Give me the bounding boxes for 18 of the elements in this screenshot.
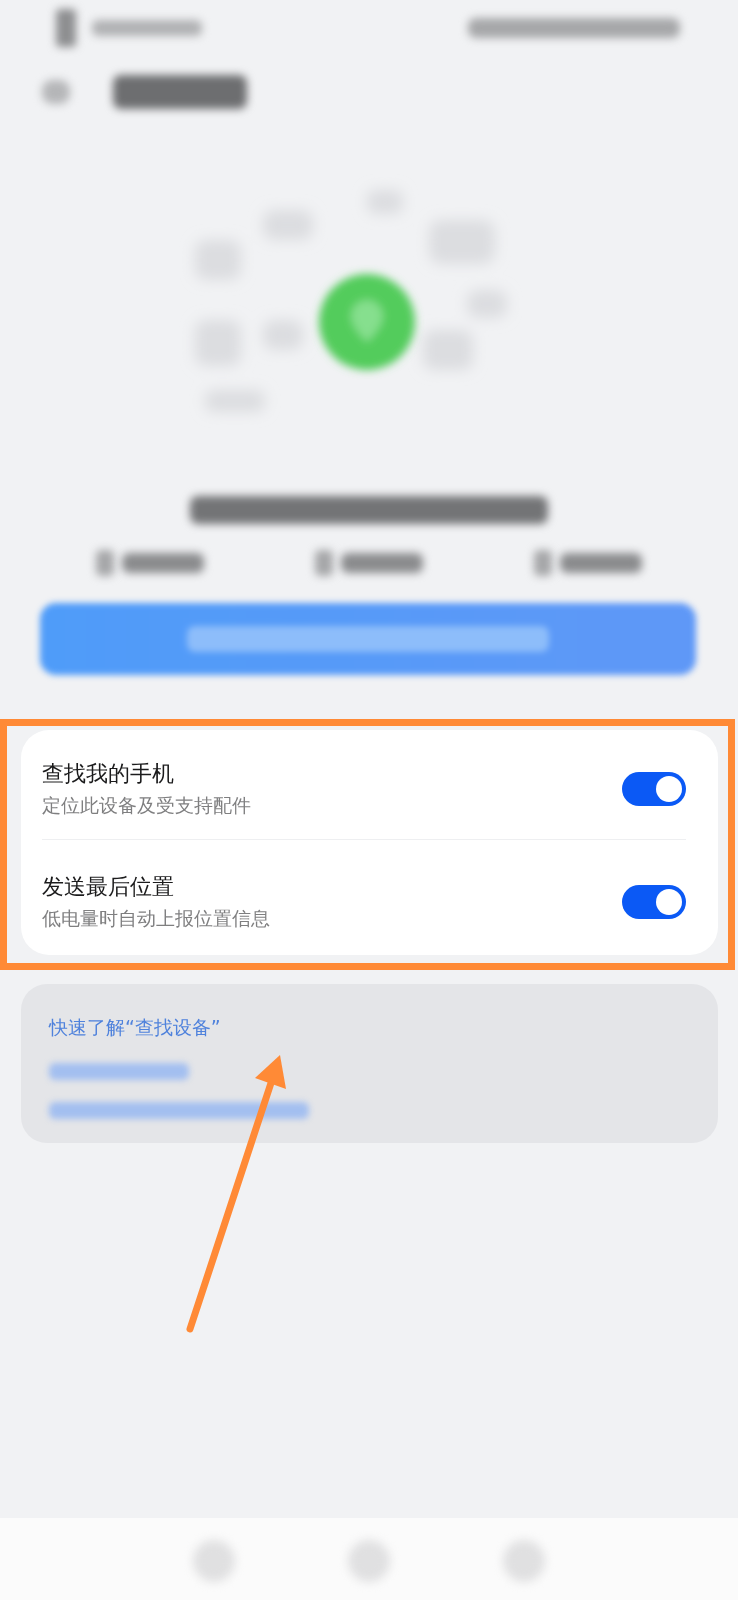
blurred-link-text[interactable] [49,1062,189,1080]
toggle-switch[interactable] [622,884,686,919]
blurred-nav-icon[interactable] [503,1540,545,1582]
toggle-switch[interactable] [622,771,686,806]
blurred-nav-icon[interactable] [348,1540,390,1582]
blurred-feature-icon [315,550,333,576]
setting-title: 发送最后位置 [42,873,175,902]
setting-title: 查找我的手机 [42,760,175,788]
blurred-back-icon[interactable] [42,80,70,104]
blurred-link-text[interactable] [49,1101,309,1119]
blurred-action-button[interactable] [40,603,696,675]
blurred-status-icon [56,9,76,47]
setting-description: 低电量时自动上报位置信息 [42,905,270,931]
blurred-nav-icon[interactable] [193,1540,235,1582]
help-link[interactable]: 快速了解“查找设备” [49,1015,221,1040]
blurred-feature-icon [534,550,552,576]
blurred-feature-icon [96,550,114,576]
setting-description: 定位此设备及受支持配件 [42,792,251,818]
